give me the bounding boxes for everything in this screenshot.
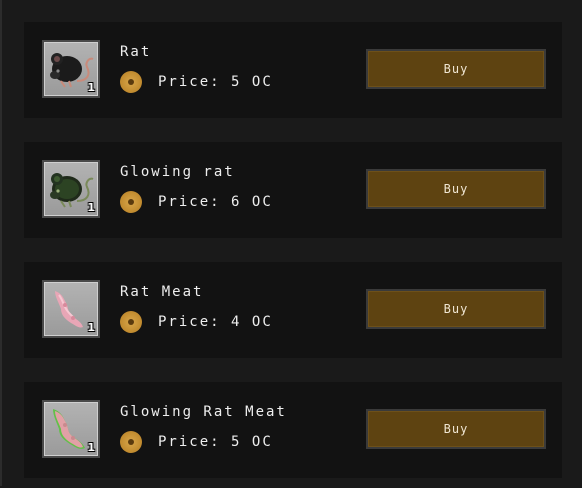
- item-slot: 1: [42, 160, 100, 218]
- shop-item-row: 1 Glowing rat Price: 6 OC Buy: [24, 142, 562, 238]
- shop-item-row: 1 Glowing Rat Meat Price: 5 OC Buy: [24, 382, 562, 478]
- buy-button[interactable]: Buy: [366, 409, 546, 449]
- price-text: Price: 5 OC: [158, 74, 273, 90]
- price-currency: OC: [251, 434, 273, 450]
- price-currency: OC: [251, 314, 273, 330]
- coin-icon: [120, 191, 142, 213]
- item-quantity: 1: [87, 201, 95, 214]
- price-label: Price:: [158, 194, 221, 210]
- item-quantity: 1: [87, 441, 95, 454]
- coin-icon: [120, 311, 142, 333]
- coin-icon: [120, 431, 142, 453]
- item-slot: 1: [42, 280, 100, 338]
- price-value: 5: [231, 74, 242, 90]
- buy-button[interactable]: Buy: [366, 49, 546, 89]
- item-quantity: 1: [87, 81, 95, 94]
- item-quantity: 1: [87, 321, 95, 334]
- item-name: Glowing rat: [120, 164, 235, 180]
- price-text: Price: 6 OC: [158, 194, 273, 210]
- buy-button[interactable]: Buy: [366, 289, 546, 329]
- price-value: 5: [231, 434, 242, 450]
- price-label: Price:: [158, 434, 221, 450]
- price-value: 6: [231, 194, 242, 210]
- price-label: Price:: [158, 74, 221, 90]
- item-slot: 1: [42, 40, 100, 98]
- item-name: Glowing Rat Meat: [120, 404, 287, 420]
- price-value: 4: [231, 314, 242, 330]
- shop-panel: 1 Rat Price: 5 OC Buy 1 Glowing rat Pric…: [0, 0, 580, 486]
- price-currency: OC: [251, 74, 273, 90]
- item-slot: 1: [42, 400, 100, 458]
- buy-button[interactable]: Buy: [366, 169, 546, 209]
- shop-item-row: 1 Rat Price: 5 OC Buy: [24, 22, 562, 118]
- price-text: Price: 4 OC: [158, 314, 273, 330]
- price-row: Price: 5 OC: [120, 430, 273, 454]
- price-currency: OC: [251, 194, 273, 210]
- item-name: Rat: [120, 44, 152, 60]
- coin-icon: [120, 71, 142, 93]
- price-text: Price: 5 OC: [158, 434, 273, 450]
- price-row: Price: 4 OC: [120, 310, 273, 334]
- price-label: Price:: [158, 314, 221, 330]
- price-row: Price: 5 OC: [120, 70, 273, 94]
- item-name: Rat Meat: [120, 284, 204, 300]
- shop-item-row: 1 Rat Meat Price: 4 OC Buy: [24, 262, 562, 358]
- price-row: Price: 6 OC: [120, 190, 273, 214]
